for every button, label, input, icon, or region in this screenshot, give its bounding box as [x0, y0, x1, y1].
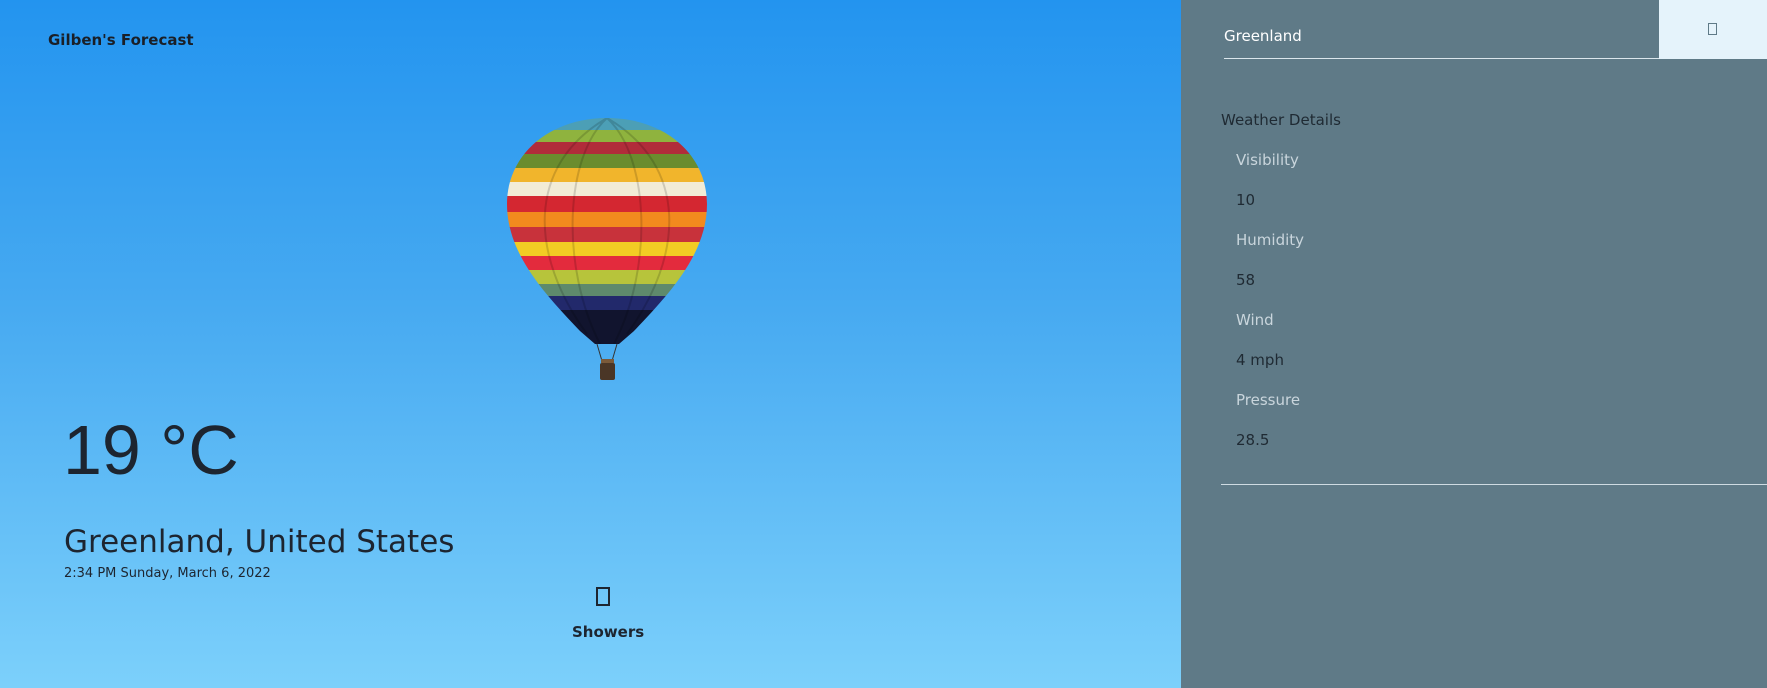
- detail-value-wind: 4 mph: [1236, 351, 1284, 369]
- hot-air-balloon-image: [507, 118, 707, 380]
- temperature-value: 19 °C: [63, 411, 239, 489]
- search-input[interactable]: [1224, 22, 1604, 50]
- detail-label-humidity: Humidity: [1236, 231, 1305, 249]
- weather-details-title: Weather Details: [1221, 111, 1341, 129]
- detail-label-wind: Wind: [1236, 311, 1274, 329]
- location-name: Greenland, United States: [64, 524, 455, 560]
- search-button[interactable]: [1659, 0, 1767, 59]
- detail-value-pressure: 28.5: [1236, 431, 1270, 449]
- brand-title: Gilben's Forecast: [48, 31, 194, 49]
- detail-label-visibility: Visibility: [1236, 151, 1299, 169]
- condition-label: Showers: [572, 623, 645, 641]
- search-icon: [1708, 23, 1717, 35]
- detail-value-humidity: 58: [1236, 271, 1256, 289]
- sidebar-panel: Weather Details Visibility 10 Humidity 5…: [1181, 0, 1767, 688]
- weather-main-panel: Gilben's Forecast 19 °C Greenland, Unite…: [0, 0, 1181, 688]
- detail-value-visibility: 10: [1236, 191, 1256, 209]
- detail-label-pressure: Pressure: [1236, 391, 1301, 409]
- weather-glyph-icon: [596, 587, 610, 606]
- details-divider: [1221, 484, 1767, 485]
- date-time: 2:34 PM Sunday, March 6, 2022: [64, 566, 271, 581]
